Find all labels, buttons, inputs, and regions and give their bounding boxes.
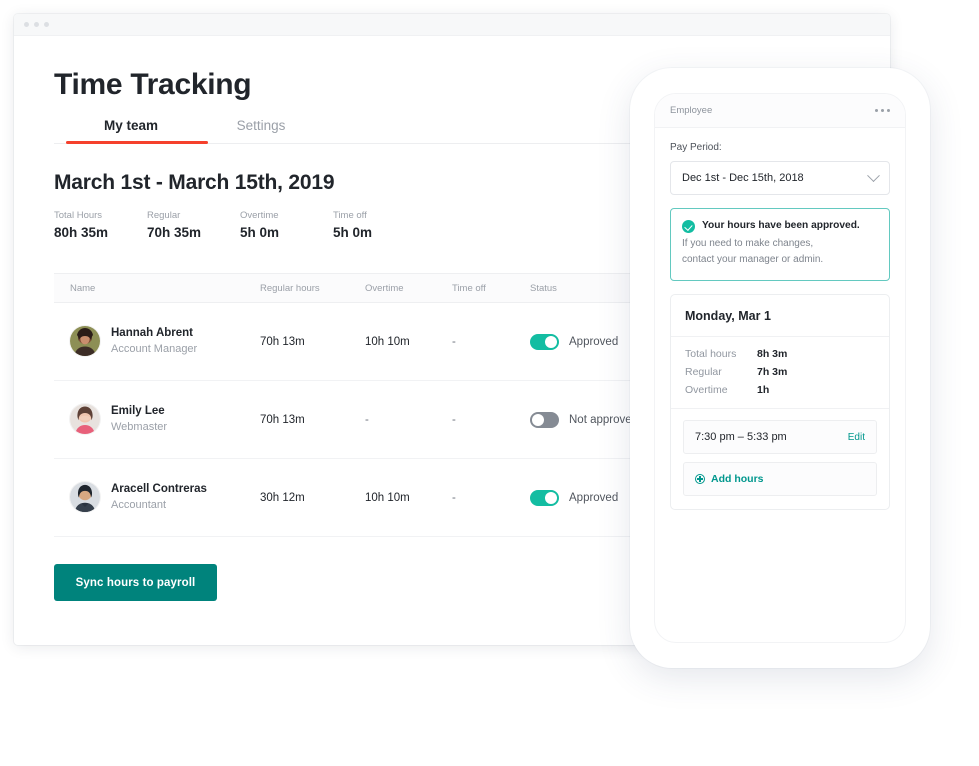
cell-time-off: -: [452, 335, 456, 348]
status-label: Not approved: [569, 413, 639, 426]
column-header-name: Name: [70, 282, 96, 294]
day-stat-total-hours: Total hours 8h 3m: [685, 348, 875, 360]
day-stat-overtime: Overtime 1h: [685, 384, 875, 396]
tab-settings[interactable]: Settings: [196, 114, 326, 144]
pay-period-label: Pay Period:: [670, 142, 722, 153]
cell-regular-hours: 70h 13m: [260, 335, 305, 348]
day-stat-label: Total hours: [685, 348, 737, 360]
stat-label: Regular: [147, 210, 181, 221]
check-circle-icon: [682, 220, 695, 233]
pay-period-select[interactable]: Dec 1st - Dec 15th, 2018: [670, 161, 890, 195]
toggle-knob: [532, 413, 544, 426]
stat-value: 80h 35m: [54, 225, 109, 240]
person-name: Emily Lee: [111, 405, 165, 418]
approval-toggle[interactable]: [530, 411, 559, 428]
day-stats: Total hours 8h 3m Regular 7h 3m Overtime…: [671, 337, 889, 408]
person-name: Aracell Contreras: [111, 483, 207, 496]
avatar: [70, 326, 100, 357]
approval-alert: Your hours have been approved. If you ne…: [670, 208, 890, 281]
cell-overtime: 10h 10m: [365, 491, 410, 504]
stat-value: 5h 0m: [333, 225, 373, 240]
day-stat-label: Regular: [685, 366, 722, 378]
alert-title-row: Your hours have been approved.: [682, 219, 878, 233]
stat-value: 5h 0m: [240, 225, 280, 240]
cell-regular-hours: 70h 13m: [260, 413, 305, 426]
chevron-down-icon: [867, 168, 880, 182]
sync-hours-to-payroll-button[interactable]: Sync hours to payroll: [54, 564, 217, 601]
plus-circle-icon: [695, 474, 705, 484]
toggle-knob: [545, 335, 557, 348]
cell-time-off: -: [452, 413, 456, 426]
browser-titlebar: [14, 14, 890, 36]
person-role: Accountant: [111, 498, 167, 511]
window-dot-close[interactable]: [24, 22, 29, 27]
person-role: Account Manager: [111, 342, 198, 355]
alert-subtitle-line2: contact your manager or admin.: [682, 254, 824, 265]
phone-screen: Employee Pay Period: Dec 1st - Dec 15th,…: [654, 93, 906, 643]
add-hours-button[interactable]: Add hours: [683, 462, 877, 496]
tab-my-team[interactable]: My team: [66, 114, 196, 144]
stat-label: Total Hours: [54, 210, 103, 221]
column-header-time-off: Time off: [452, 282, 486, 294]
day-stat-regular: Regular 7h 3m: [685, 366, 875, 378]
cell-regular-hours: 30h 12m: [260, 491, 305, 504]
stat-time-off: Time off 5h 0m: [333, 210, 426, 240]
phone-header-title: Employee: [670, 105, 713, 116]
cell-overtime: 10h 10m: [365, 335, 410, 348]
time-entries: 7:30 pm – 5:33 pm Edit Add hours: [671, 409, 889, 509]
day-card-title: Monday, Mar 1: [685, 309, 771, 323]
day-stat-label: Overtime: [685, 384, 728, 396]
toggle-knob: [545, 491, 557, 504]
avatar: [70, 482, 100, 513]
pay-period-value: Dec 1st - Dec 15th, 2018: [682, 172, 804, 184]
stat-overtime: Overtime 5h 0m: [240, 210, 333, 240]
active-tab-indicator: [66, 141, 208, 144]
person-text: Hannah Abrent Account Manager: [111, 325, 197, 358]
screenshot-stage: Time Tracking My team Settings March 1st…: [0, 0, 979, 766]
phone-mockup: Employee Pay Period: Dec 1st - Dec 15th,…: [630, 68, 930, 668]
edit-entry-link[interactable]: Edit: [848, 432, 865, 443]
stat-value: 70h 35m: [147, 225, 202, 240]
day-stat-value: 7h 3m: [757, 366, 788, 378]
day-stat-value: 1h: [757, 384, 770, 396]
phone-body: Pay Period: Dec 1st - Dec 15th, 2018 You…: [655, 128, 905, 510]
day-stat-value: 8h 3m: [757, 348, 788, 360]
time-entry-row[interactable]: 7:30 pm – 5:33 pm Edit: [683, 420, 877, 454]
time-entry-range: 7:30 pm – 5:33 pm: [695, 431, 787, 443]
cell-time-off: -: [452, 491, 456, 504]
column-header-overtime: Overtime: [365, 282, 404, 294]
person-cell: Emily Lee Webmaster: [70, 403, 260, 436]
person-cell: Hannah Abrent Account Manager: [70, 325, 260, 358]
stat-regular: Regular 70h 35m: [147, 210, 240, 240]
day-card: Monday, Mar 1 Total hours 8h 3m Regular …: [670, 294, 890, 510]
person-cell: Aracell Contreras Accountant: [70, 481, 260, 514]
kebab-menu-icon[interactable]: [875, 109, 890, 112]
stat-label: Overtime: [240, 210, 279, 221]
alert-subtitle-line1: If you need to make changes,: [682, 238, 814, 249]
alert-title: Your hours have been approved.: [702, 220, 860, 231]
window-dot-maximize[interactable]: [44, 22, 49, 27]
person-role: Webmaster: [111, 420, 168, 433]
approval-toggle[interactable]: [530, 489, 559, 506]
add-hours-label: Add hours: [711, 473, 764, 485]
cell-overtime: -: [365, 413, 369, 426]
person-text: Aracell Contreras Accountant: [111, 481, 207, 514]
phone-header: Employee: [655, 94, 905, 128]
window-dot-minimize[interactable]: [34, 22, 39, 27]
person-name: Hannah Abrent: [111, 327, 193, 340]
stat-total-hours: Total Hours 80h 35m: [54, 210, 147, 240]
person-text: Emily Lee Webmaster: [111, 403, 167, 436]
avatar: [70, 404, 100, 435]
status-label: Approved: [569, 491, 619, 504]
approval-toggle[interactable]: [530, 333, 559, 350]
stat-label: Time off: [333, 210, 367, 221]
column-header-regular-hours: Regular hours: [260, 282, 320, 294]
status-label: Approved: [569, 335, 619, 348]
